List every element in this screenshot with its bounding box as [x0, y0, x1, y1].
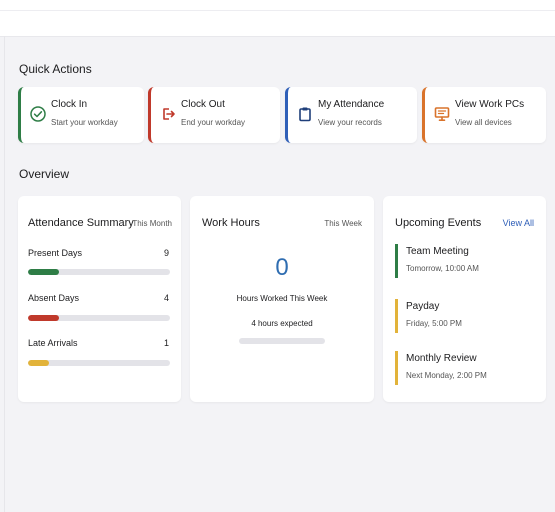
overview-title: Overview	[19, 167, 70, 181]
late-arrivals-label: Late Arrivals	[28, 338, 78, 348]
absent-days-value: 4	[163, 293, 169, 303]
quick-actions-title: Quick Actions	[19, 62, 92, 76]
monitor-icon	[434, 107, 450, 121]
logout-icon	[163, 108, 175, 120]
upcoming-events-title: Upcoming Events	[395, 217, 482, 229]
present-days-label: Present Days	[28, 248, 83, 258]
upcoming-events-card: Upcoming Events View All Team Meeting To…	[383, 196, 546, 402]
attendance-summary-card: Attendance Summary This Month Present Da…	[18, 196, 181, 402]
view-all-link[interactable]: View All	[503, 218, 534, 228]
left-divider	[4, 36, 5, 512]
work-hours-card: Work Hours This Week 0 Hours Worked This…	[190, 196, 374, 402]
my-attendance-subtitle: View your records	[318, 118, 382, 127]
clock-out-label: Clock Out	[181, 99, 225, 110]
top-bar-divider	[0, 10, 555, 11]
event-item[interactable]: Team Meeting Tomorrow, 10:00 AM	[395, 244, 525, 278]
clock-out-subtitle: End your workday	[181, 118, 246, 127]
view-work-pcs-button[interactable]: View Work PCs View all devices	[422, 87, 546, 143]
late-arrivals-value: 1	[163, 338, 169, 348]
top-bar	[0, 0, 555, 37]
absent-days-bar	[28, 315, 170, 321]
event-item[interactable]: Monthly Review Next Monday, 2:00 PM	[395, 351, 525, 385]
hours-worked-value: 0	[275, 254, 289, 281]
present-days-bar-fill	[28, 269, 60, 275]
event-item[interactable]: Payday Friday, 5:00 PM	[395, 299, 525, 333]
event-title: Payday	[406, 301, 440, 312]
late-arrivals-bar	[28, 360, 170, 366]
view-work-pcs-label: View Work PCs	[455, 99, 525, 110]
present-days-value: 9	[163, 248, 169, 258]
clock-out-button[interactable]: Clock Out End your workday	[148, 87, 280, 143]
event-title: Monthly Review	[406, 353, 477, 364]
hours-expected-text: 4 hours expected	[251, 319, 313, 328]
check-circle-icon	[30, 106, 46, 122]
event-time: Friday, 5:00 PM	[406, 319, 462, 328]
late-arrivals-bar-fill	[28, 360, 50, 366]
clipboard-icon	[299, 107, 311, 122]
attendance-summary-title: Attendance Summary	[28, 217, 134, 229]
event-time: Tomorrow, 10:00 AM	[406, 264, 479, 273]
event-title: Team Meeting	[406, 246, 469, 257]
view-work-pcs-subtitle: View all devices	[455, 118, 512, 127]
event-time: Next Monday, 2:00 PM	[406, 371, 487, 380]
attendance-period: This Month	[132, 219, 172, 228]
absent-days-bar-fill	[28, 315, 60, 321]
absent-days-label: Absent Days	[28, 293, 80, 303]
work-hours-title: Work Hours	[202, 217, 260, 229]
present-days-bar	[28, 269, 170, 275]
my-attendance-button[interactable]: My Attendance View your records	[285, 87, 417, 143]
clock-in-subtitle: Start your workday	[51, 118, 118, 127]
dashboard-page: Quick Actions Clock In Start your workda…	[0, 0, 555, 512]
work-hours-period: This Week	[324, 219, 362, 228]
work-hours-progress-bar	[239, 338, 325, 344]
my-attendance-label: My Attendance	[318, 99, 385, 110]
clock-in-button[interactable]: Clock In Start your workday	[18, 87, 144, 143]
clock-in-label: Clock In	[51, 99, 88, 110]
hours-worked-caption: Hours Worked This Week	[236, 294, 328, 303]
